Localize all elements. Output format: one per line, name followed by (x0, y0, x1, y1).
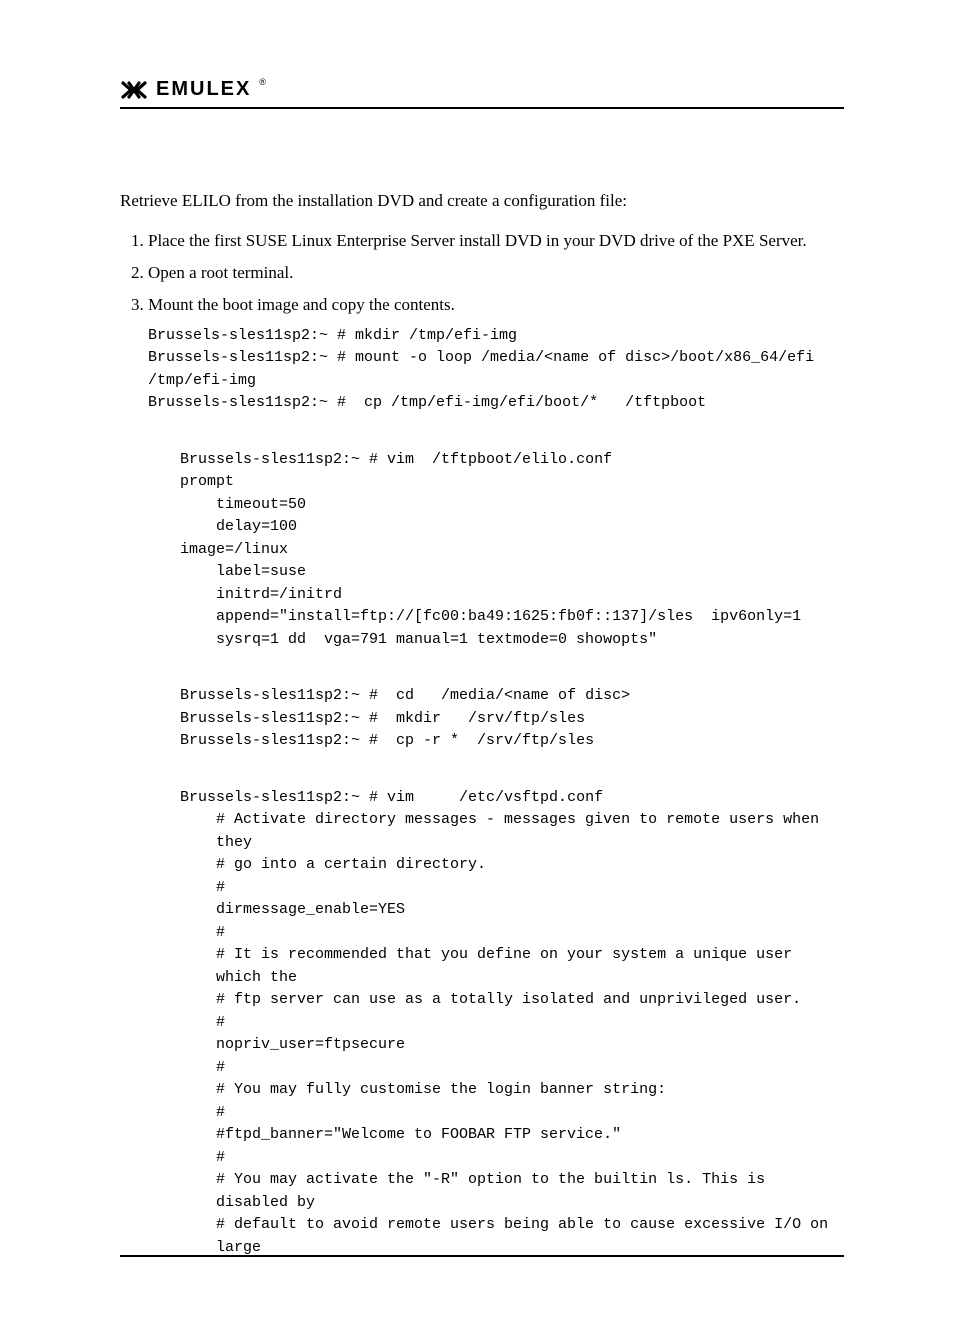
code-line: Brussels-sles11sp2:~ # cp -r * /srv/ftp/… (180, 730, 844, 753)
code-line: prompt (180, 471, 844, 494)
code-line: label=suse (180, 561, 844, 584)
code-line: # You may fully customise the login bann… (180, 1079, 844, 1102)
code-line: Brussels-sles11sp2:~ # cp /tmp/efi-img/e… (148, 392, 844, 415)
registered-mark: ® (259, 77, 266, 87)
config-lines: # Activate directory messages - messages… (180, 809, 844, 1259)
code-line: initrd=/initrd (180, 584, 844, 607)
code-line: Brussels-sles11sp2:~ # mkdir /tmp/efi-im… (148, 325, 844, 348)
steps-list: Place the first SUSE Linux Enterprise Se… (120, 228, 844, 415)
code-line: timeout=50 (180, 494, 844, 517)
code-line: # (180, 922, 844, 945)
step-item: Place the first SUSE Linux Enterprise Se… (148, 228, 844, 254)
code-line: # Activate directory messages - messages… (180, 809, 844, 854)
code-line: # (180, 1102, 844, 1125)
code-line: delay=100 (180, 516, 844, 539)
code-line: Brussels-sles11sp2:~ # cd /media/<name o… (180, 685, 844, 708)
config-lines: prompttimeout=50delay=100image=/linuxlab… (180, 471, 844, 651)
emulex-logo-icon (120, 80, 148, 100)
code-line: # (180, 877, 844, 900)
code-line: append="install=ftp://[fc00:ba49:1625:fb… (180, 606, 844, 651)
code-line: nopriv_user=ftpsecure (180, 1034, 844, 1057)
step-item: Mount the boot image and copy the conten… (148, 292, 844, 414)
code-line: # ftp server can use as a totally isolat… (180, 989, 844, 1012)
code-line: # go into a certain directory. (180, 854, 844, 877)
intro-paragraph: Retrieve ELILO from the installation DVD… (120, 189, 844, 214)
code-line: Brussels-sles11sp2:~ # mkdir /srv/ftp/sl… (180, 708, 844, 731)
terminal-command: Brussels-sles11sp2:~ # vim /tftpboot/eli… (180, 449, 844, 472)
code-line: dirmessage_enable=YES (180, 899, 844, 922)
footer-rule (120, 1255, 844, 1257)
code-line: # (180, 1057, 844, 1080)
brand-name: EMULEX (156, 78, 251, 101)
code-line: #ftpd_banner="Welcome to FOOBAR FTP serv… (180, 1124, 844, 1147)
code-line: Brussels-sles11sp2:~ # mount -o loop /me… (148, 347, 844, 392)
terminal-command: Brussels-sles11sp2:~ # vim /etc/vsftpd.c… (180, 787, 844, 810)
code-block-step3: Brussels-sles11sp2:~ # mkdir /tmp/efi-im… (148, 325, 844, 415)
vsftpd-conf-block: Brussels-sles11sp2:~ # vim /etc/vsftpd.c… (120, 787, 844, 1260)
code-line: # (180, 1012, 844, 1035)
step-text: Mount the boot image and copy the conten… (148, 295, 455, 314)
code-line: # default to avoid remote users being ab… (180, 1214, 844, 1259)
document-page: EMULEX ® Retrieve ELILO from the install… (0, 0, 954, 1319)
code-line: # You may activate the "-R" option to th… (180, 1169, 844, 1214)
code-line: # It is recommended that you define on y… (180, 944, 844, 989)
page-header: EMULEX ® (120, 78, 844, 109)
code-line: # (180, 1147, 844, 1170)
step-item: Open a root terminal. (148, 260, 844, 286)
elilo-conf-block: Brussels-sles11sp2:~ # vim /tftpboot/eli… (120, 449, 844, 652)
code-line: image=/linux (180, 539, 844, 562)
copy-commands-block: Brussels-sles11sp2:~ # cd /media/<name o… (120, 685, 844, 753)
